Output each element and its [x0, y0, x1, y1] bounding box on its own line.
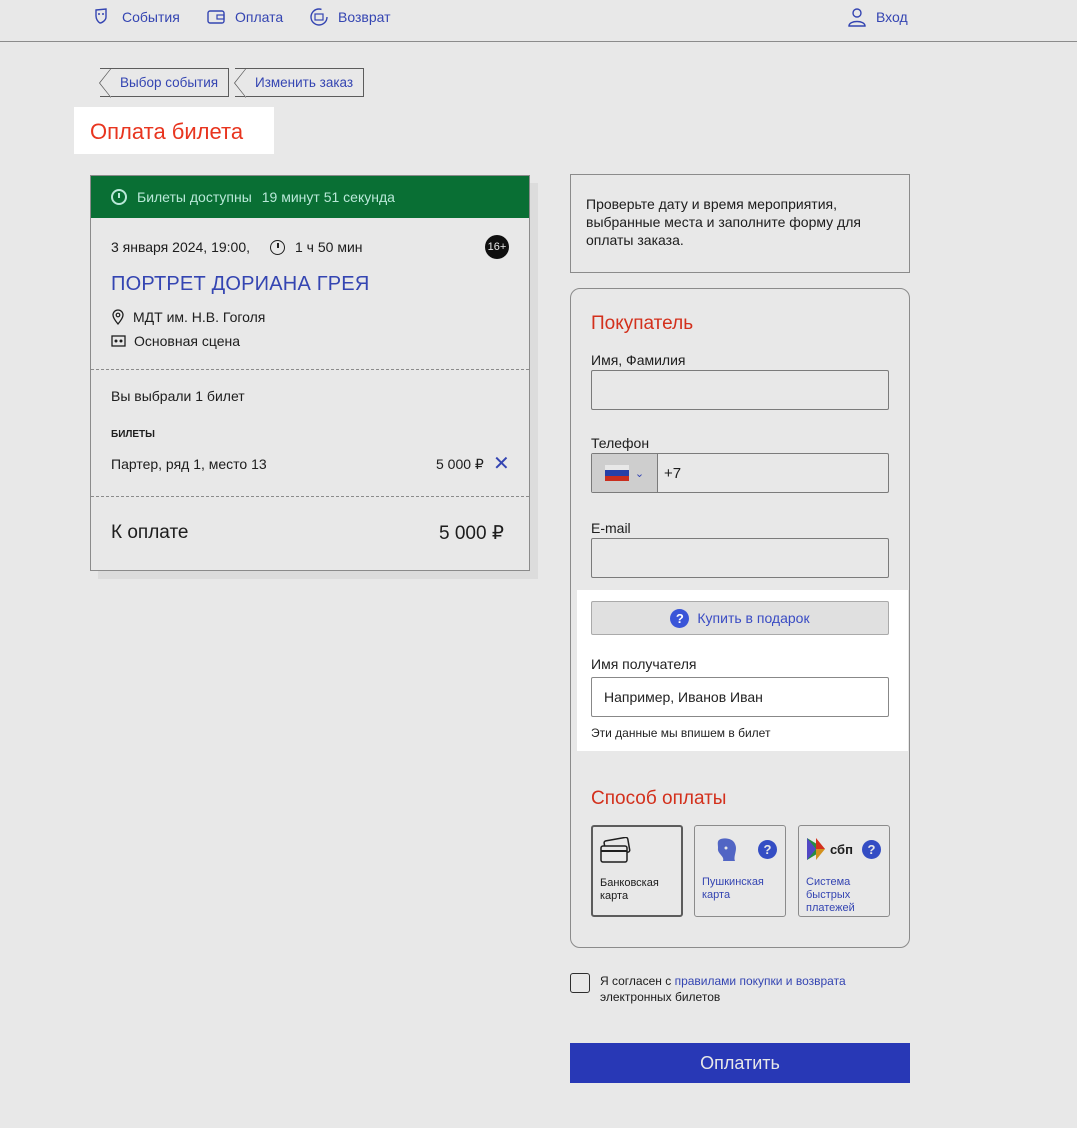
- event-duration-text: 1 ч 50 мин: [295, 239, 363, 255]
- phone-field[interactable]: ⌄ +7: [591, 453, 889, 493]
- nav-payment[interactable]: Оплата: [205, 0, 283, 34]
- pushkin-card-icon: [717, 838, 736, 861]
- rules-link[interactable]: правилами покупки и возврата: [675, 974, 846, 988]
- sbp-logo: сбп: [805, 836, 853, 862]
- nav-events-label: События: [122, 9, 180, 25]
- sbp-icon: [807, 838, 825, 860]
- sbp-logo-text: сбп: [830, 841, 853, 857]
- order-card: Билеты доступны 19 минут 51 секунда: [90, 175, 530, 571]
- clock-icon: [270, 239, 285, 255]
- buyer-title: Покупатель: [591, 313, 694, 334]
- agreement-prefix: Я согласен с: [600, 974, 672, 988]
- wallet-icon: [207, 10, 225, 24]
- chevron-down-icon: ⌄: [634, 467, 645, 480]
- name-input[interactable]: [591, 370, 889, 410]
- nav-events[interactable]: События: [92, 0, 180, 34]
- agreement-text: Я согласен с правилами покупки и возврат…: [600, 973, 846, 1005]
- event-duration: 1 ч 50 мин: [270, 239, 363, 255]
- payment-option-sbp[interactable]: сбп ? Система быстрых платежей: [798, 825, 890, 917]
- email-input[interactable]: [591, 538, 889, 578]
- gift-section: ? Купить в подарок Имя получателя Эти да…: [577, 590, 908, 751]
- recipient-label: Имя получателя: [591, 656, 697, 672]
- nav-login-label: Вход: [876, 9, 908, 25]
- divider: [91, 496, 529, 497]
- breadcrumb-select-event[interactable]: Выбор события: [98, 68, 230, 98]
- remove-ticket-icon[interactable]: ✕: [493, 451, 510, 476]
- nav-refund[interactable]: Возврат: [308, 0, 391, 34]
- payment-title: Способ оплаты: [591, 788, 727, 809]
- event-title[interactable]: ПОРТРЕТ ДОРИАНА ГРЕЯ: [111, 273, 370, 296]
- pay-button[interactable]: Оплатить: [570, 1043, 910, 1083]
- help-icon[interactable]: ?: [758, 840, 777, 859]
- email-label: E-mail: [591, 520, 631, 536]
- selection-count: Вы выбрали 1 билет: [111, 388, 245, 404]
- ticket-price: 5 000 ₽: [436, 456, 484, 472]
- info-box: Проверьте дату и время мероприятия, выбр…: [570, 174, 910, 273]
- event-venue-text: МДТ им. Н.В. Гоголя: [133, 309, 266, 325]
- country-select[interactable]: ⌄: [592, 454, 658, 492]
- total-label: К оплате: [111, 522, 189, 543]
- top-nav: События Оплата Возврат Вход: [0, 0, 1077, 42]
- total-value: 5 000 ₽: [439, 523, 504, 544]
- theater-masks-icon: [95, 8, 107, 24]
- payment-option-label: Пушкинская карта: [702, 876, 764, 901]
- payment-option-label: Банковская карта: [600, 877, 659, 902]
- agreement-suffix: электронных билетов: [600, 990, 721, 1004]
- event-hall-text: Основная сцена: [134, 333, 240, 349]
- bank-card-icon: [600, 837, 631, 863]
- nav-payment-label: Оплата: [235, 9, 284, 25]
- russia-flag-icon: [604, 465, 629, 481]
- timer-remaining: 19 минут 51 секунда: [261, 189, 395, 205]
- event-hall: Основная сцена: [111, 333, 240, 349]
- event-date: 3 января 2024, 19:00,: [111, 239, 251, 255]
- gift-button[interactable]: ? Купить в подарок: [591, 601, 889, 635]
- help-icon[interactable]: ?: [862, 840, 881, 859]
- location-pin-icon: [112, 309, 124, 325]
- help-icon: ?: [670, 608, 690, 628]
- page-title: Оплата билета: [90, 119, 244, 144]
- tickets-header: БИЛЕТЫ: [111, 429, 155, 440]
- breadcrumb-change-order[interactable]: Изменить заказ: [233, 68, 365, 98]
- name-label: Имя, Фамилия: [591, 352, 686, 368]
- timer-label: Билеты доступны: [137, 189, 252, 205]
- payment-option-label: Система быстрых платежей: [806, 876, 855, 914]
- refund-icon: [310, 8, 328, 26]
- stage-icon: [111, 335, 126, 347]
- phone-label: Телефон: [591, 435, 650, 451]
- payment-option-bank-card[interactable]: Банковская карта: [591, 825, 683, 917]
- agreement-checkbox[interactable]: [570, 973, 590, 993]
- age-rating-badge: 16+: [485, 235, 509, 259]
- ticket-seat: Партер, ряд 1, место 13: [111, 456, 267, 472]
- timer-bar: Билеты доступны 19 минут 51 секунда: [91, 176, 529, 218]
- recipient-hint: Эти данные мы впишем в билет: [591, 726, 771, 740]
- phone-input[interactable]: +7: [658, 454, 888, 492]
- payment-option-pushkin-card[interactable]: ? Пушкинская карта: [694, 825, 786, 917]
- timer-icon: [111, 189, 127, 205]
- event-venue: МДТ им. Н.В. Гоголя: [111, 309, 265, 325]
- recipient-input[interactable]: [591, 677, 889, 717]
- nav-login[interactable]: Вход: [846, 0, 908, 34]
- user-icon: [848, 8, 866, 27]
- nav-refund-label: Возврат: [338, 9, 391, 25]
- gift-button-label: Купить в подарок: [697, 610, 810, 626]
- divider: [91, 369, 529, 370]
